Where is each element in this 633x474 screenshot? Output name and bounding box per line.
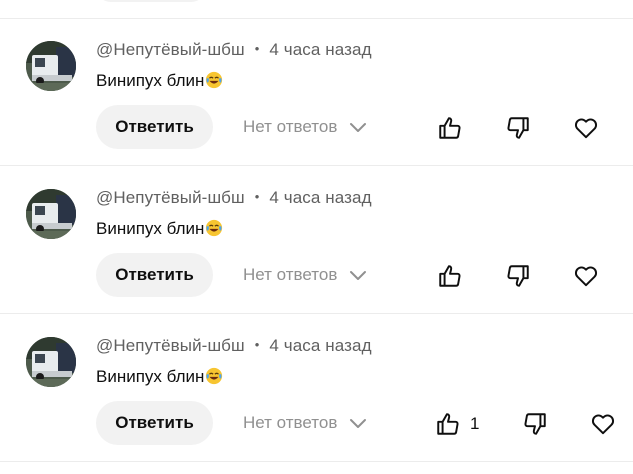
replies-toggle[interactable]: Нет ответов (243, 117, 367, 137)
divider (0, 461, 633, 462)
dislike-icon (507, 265, 529, 287)
like-icon (439, 265, 461, 287)
dislike-icon (524, 413, 546, 435)
comment-text: Винипух блин (96, 367, 223, 387)
chevron-down-icon (350, 419, 367, 428)
reply-button[interactable]: Ответить (96, 401, 213, 445)
heart-button[interactable] (572, 262, 600, 290)
heart-icon (591, 414, 615, 435)
chevron-down-icon (350, 123, 367, 132)
like-button[interactable] (434, 410, 462, 438)
like-button[interactable] (436, 262, 464, 290)
heart-button[interactable] (572, 114, 600, 142)
comment-meta: @Непутёвый-шбш • 4 часа назад (96, 188, 372, 208)
replies-toggle[interactable]: Нет ответов (243, 265, 367, 285)
comment-item: @Непутёвый-шбш • 4 часа назад Винипух блин… (0, 314, 633, 461)
comment-item: @Непутёвый-шбш • 4 часа назад Винипух блин… (0, 18, 633, 165)
comment-item: @Непутёвый-шбш • 4 часа назад Винипух блин… (0, 166, 633, 313)
comment-text-body: Винипух блин (96, 71, 205, 90)
heart-button[interactable] (589, 410, 617, 438)
like-count: 1 (470, 414, 480, 433)
comment-meta: @Непутёвый-шбш • 4 часа назад (96, 336, 372, 356)
dislike-button[interactable] (504, 114, 532, 142)
avatar[interactable] (26, 337, 76, 387)
laughing-tears-emoji-icon (206, 71, 223, 89)
comment-time[interactable]: 4 часа назад (269, 336, 371, 355)
comment-time[interactable]: 4 часа назад (269, 188, 371, 207)
avatar[interactable] (26, 41, 76, 91)
heart-icon (574, 266, 598, 287)
replies-toggle[interactable]: Нет ответов (243, 413, 367, 433)
like-button[interactable] (436, 114, 464, 142)
meta-separator: • (254, 189, 260, 204)
comment-meta: @Непутёвый-шбш • 4 часа назад (96, 40, 372, 60)
avatar[interactable] (26, 189, 76, 239)
replies-label: Нет ответов (243, 265, 338, 284)
comment-text-body: Винипух блин (96, 219, 205, 238)
comment-author[interactable]: @Непутёвый-шбш (96, 188, 245, 207)
previous-reply-button-stub (96, 0, 206, 2)
dislike-button[interactable] (521, 410, 549, 438)
like-icon (439, 117, 461, 139)
laughing-tears-emoji-icon (206, 367, 223, 385)
reply-button[interactable]: Ответить (96, 105, 213, 149)
comment-time[interactable]: 4 часа назад (269, 40, 371, 59)
meta-separator: • (254, 337, 260, 352)
heart-icon (574, 118, 598, 139)
meta-separator: • (254, 41, 260, 56)
comment-author[interactable]: @Непутёвый-шбш (96, 40, 245, 59)
dislike-button[interactable] (504, 262, 532, 290)
comment-author[interactable]: @Непутёвый-шбш (96, 336, 245, 355)
comment-text: Винипух блин (96, 219, 223, 239)
comment-text: Винипух блин (96, 71, 223, 91)
reply-button[interactable]: Ответить (96, 253, 213, 297)
laughing-tears-emoji-icon (206, 219, 223, 237)
dislike-icon (507, 117, 529, 139)
chevron-down-icon (350, 271, 367, 280)
comment-text-body: Винипух блин (96, 367, 205, 386)
replies-label: Нет ответов (243, 413, 338, 432)
like-icon (437, 413, 459, 435)
replies-label: Нет ответов (243, 117, 338, 136)
